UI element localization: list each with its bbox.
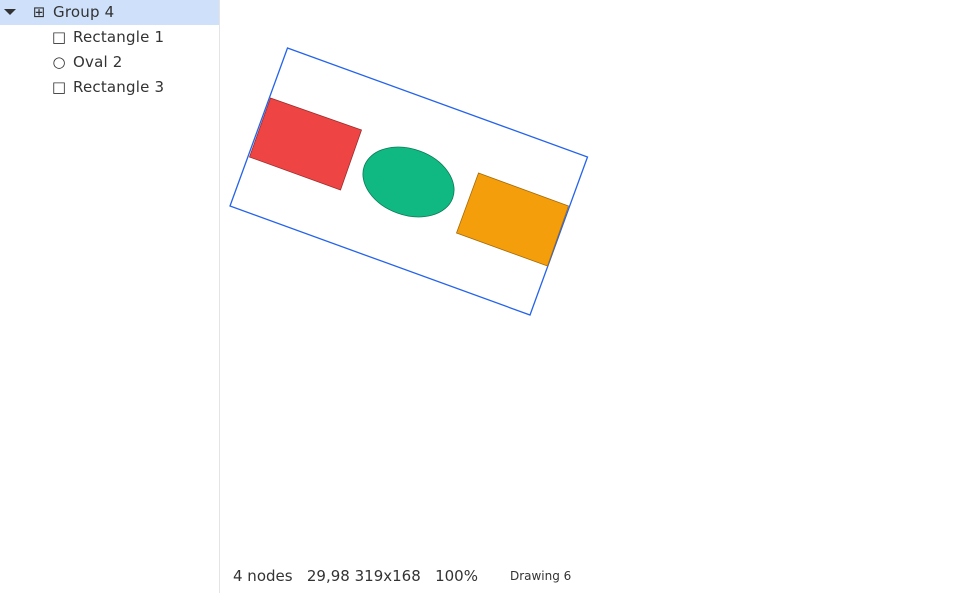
status-bar: 4 nodes 29,98 319x168 100% Drawing 6 <box>221 563 960 589</box>
status-node-count: 4 nodes <box>233 567 293 585</box>
status-position: 29,98 <box>306 567 350 585</box>
status-size: 319x168 <box>354 567 421 585</box>
oval-icon: ○ <box>52 53 66 71</box>
tree-item-group-4[interactable]: ⊞ Group 4 <box>0 0 219 25</box>
rectangle-icon: □ <box>51 78 67 96</box>
status-summary: 4 nodes 29,98 319x168 100% <box>233 567 478 585</box>
group-icon: ⊞ <box>32 3 46 21</box>
expand-caret-icon[interactable] <box>4 9 16 15</box>
rectangle-icon: □ <box>51 28 67 46</box>
tree-item-rectangle-3[interactable]: □ Rectangle 3 <box>0 75 219 100</box>
status-document-name: Drawing 6 <box>509 569 572 583</box>
tree-item-label: Group 4 <box>53 3 115 21</box>
canvas-surface[interactable] <box>221 0 960 593</box>
status-zoom: 100% <box>435 567 478 585</box>
tree-item-label: Rectangle 1 <box>73 28 165 46</box>
drawing-canvas[interactable] <box>221 0 960 593</box>
tree-item-rectangle-1[interactable]: □ Rectangle 1 <box>0 25 219 50</box>
tree-item-label: Oval 2 <box>73 53 123 71</box>
layer-tree-panel: ⊞ Group 4 □ Rectangle 1 ○ Oval 2 □ Recta… <box>0 0 220 593</box>
tree-item-label: Rectangle 3 <box>73 78 165 96</box>
tree-item-oval-2[interactable]: ○ Oval 2 <box>0 50 219 75</box>
